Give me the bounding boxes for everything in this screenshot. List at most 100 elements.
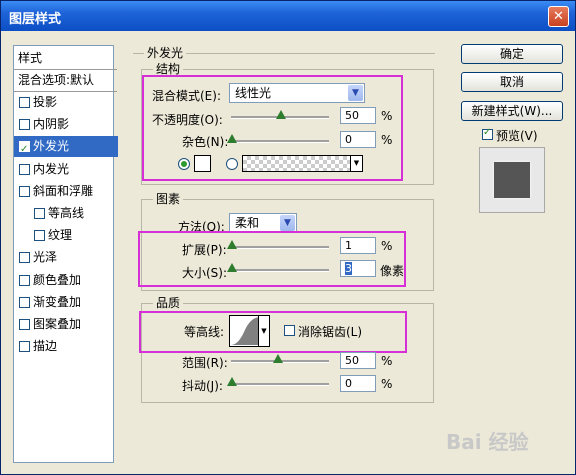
- opacity-percent: %: [381, 109, 393, 123]
- noise-input[interactable]: 0: [340, 131, 376, 148]
- spread-slider[interactable]: [231, 246, 329, 249]
- contour-label: 等高线:: [184, 325, 225, 339]
- style-item[interactable]: 渐变叠加: [14, 292, 118, 313]
- style-item[interactable]: 颜色叠加: [14, 270, 118, 291]
- opacity-input[interactable]: 50: [340, 107, 376, 124]
- range-label: 范围(R):: [182, 356, 228, 370]
- style-item[interactable]: 纹理: [14, 225, 133, 246]
- blend-mode-value: 线性光: [235, 86, 272, 100]
- blend-mode-select[interactable]: 线性光 ▼: [229, 83, 365, 103]
- preview-label[interactable]: 预览(V): [496, 127, 538, 144]
- spread-slider-thumb[interactable]: [227, 240, 237, 249]
- style-item-label: 投影: [33, 95, 58, 109]
- contour-curve-icon: [231, 317, 259, 345]
- spread-label: 扩展(P):: [182, 243, 227, 257]
- antialias-label[interactable]: 消除锯齿(L): [298, 323, 362, 340]
- cancel-button[interactable]: 取消: [461, 72, 563, 92]
- quality-highlight-box: [139, 311, 407, 353]
- style-item[interactable]: 图案叠加: [14, 314, 118, 335]
- quality-title: 品质: [153, 294, 184, 311]
- size-label: 大小(S):: [182, 266, 228, 280]
- style-item[interactable]: 斜面和浮雕: [14, 181, 118, 202]
- antialias-checkbox[interactable]: [284, 325, 295, 336]
- noise-slider[interactable]: [231, 140, 329, 143]
- style-item-checkbox[interactable]: [19, 252, 30, 264]
- style-item[interactable]: 内发光: [14, 159, 118, 180]
- jitter-label: 抖动(J):: [182, 379, 223, 393]
- opacity-label: 不透明度(O):: [152, 113, 223, 127]
- method-value: 柔和: [235, 216, 260, 230]
- noise-slider-thumb[interactable]: [227, 134, 237, 143]
- jitter-slider[interactable]: [231, 383, 329, 386]
- style-item-label: 图案叠加: [33, 317, 82, 331]
- style-item-label: 斜面和浮雕: [33, 183, 94, 198]
- gradient-picker[interactable]: ▼: [242, 155, 363, 172]
- style-item[interactable]: 内阴影: [14, 114, 118, 135]
- chevron-down-icon: ▼: [280, 215, 295, 231]
- style-item-checkbox[interactable]: [19, 341, 30, 353]
- jitter-percent: %: [381, 377, 393, 391]
- style-item-checkbox[interactable]: [19, 319, 30, 330]
- dropdown-arrow-icon[interactable]: ▼: [258, 316, 269, 346]
- chevron-down-icon: ▼: [348, 85, 363, 101]
- style-item-checkbox[interactable]: [19, 185, 30, 197]
- style-item-label: 外发光: [33, 139, 70, 154]
- blend-mode-label: 混合模式(E):: [152, 89, 221, 103]
- style-item-checkbox[interactable]: [19, 274, 30, 286]
- range-slider-thumb[interactable]: [273, 354, 283, 363]
- jitter-input[interactable]: 0: [340, 375, 376, 392]
- ok-button[interactable]: 确定: [461, 44, 563, 64]
- style-item-checkbox[interactable]: [19, 296, 30, 308]
- size-unit: 像素: [380, 264, 405, 278]
- range-percent: %: [381, 354, 393, 368]
- window-title: 图层样式: [9, 12, 62, 27]
- style-list: 样式 混合选项:默认 投影内阴影外发光内发光斜面和浮雕等高线纹理光泽颜色叠加渐变…: [13, 45, 118, 463]
- style-item-label: 内发光: [33, 161, 70, 176]
- style-item-label: 颜色叠加: [33, 272, 82, 287]
- style-item-label: 光泽: [33, 250, 58, 265]
- style-item-label: 描边: [33, 339, 58, 354]
- new-style-button[interactable]: 新建样式(W)...: [461, 101, 563, 121]
- style-item-label: 渐变叠加: [33, 294, 82, 309]
- watermark: Bai 经验: [446, 430, 529, 454]
- style-item-checkbox[interactable]: [19, 119, 30, 131]
- glow-color-swatch[interactable]: [194, 155, 211, 172]
- size-slider[interactable]: [231, 269, 329, 272]
- method-select[interactable]: 柔和 ▼: [229, 213, 297, 233]
- gradient-radio[interactable]: [226, 158, 238, 170]
- preview-swatch: [494, 162, 530, 198]
- elements-title: 图素: [153, 190, 184, 207]
- style-item-checkbox[interactable]: [34, 208, 45, 219]
- title-bar[interactable]: 图层样式 ✕: [1, 1, 575, 31]
- preview-checkbox[interactable]: [482, 127, 493, 140]
- spread-input[interactable]: 1: [340, 237, 376, 254]
- spread-percent: %: [381, 239, 393, 253]
- outer-glow-title: 外发光: [144, 44, 187, 61]
- size-slider-thumb[interactable]: [227, 263, 237, 272]
- dropdown-arrow-icon[interactable]: ▼: [350, 156, 362, 171]
- contour-picker[interactable]: ▼: [229, 315, 270, 347]
- close-icon[interactable]: ✕: [548, 6, 569, 27]
- style-item[interactable]: 外发光: [14, 136, 118, 160]
- style-item-checkbox[interactable]: [19, 163, 30, 175]
- layer-style-dialog: 图层样式 ✕ 样式 混合选项:默认 投影内阴影外发光内发光斜面和浮雕等高线纹理光…: [0, 0, 576, 475]
- style-item-checkbox[interactable]: [19, 139, 30, 160]
- noise-label: 杂色(N):: [182, 135, 229, 149]
- style-item-checkbox[interactable]: [34, 230, 45, 242]
- blend-options-item[interactable]: 混合选项:默认: [14, 70, 117, 92]
- style-item[interactable]: 光泽: [14, 247, 118, 268]
- style-item-label: 纹理: [48, 228, 73, 243]
- size-value: 3: [345, 262, 352, 275]
- color-radio[interactable]: [178, 158, 190, 170]
- style-item[interactable]: 描边: [14, 336, 118, 357]
- preview-thumbnail: [479, 147, 545, 213]
- jitter-slider-thumb[interactable]: [227, 377, 237, 386]
- style-item-checkbox[interactable]: [19, 97, 30, 108]
- style-item[interactable]: 等高线: [14, 203, 133, 224]
- size-input[interactable]: 3: [340, 260, 376, 277]
- opacity-slider-thumb[interactable]: [276, 110, 286, 119]
- style-item-label: 等高线: [48, 206, 85, 220]
- style-item[interactable]: 投影: [14, 92, 118, 113]
- range-input[interactable]: 50: [340, 352, 376, 369]
- style-list-header[interactable]: 样式: [14, 48, 117, 70]
